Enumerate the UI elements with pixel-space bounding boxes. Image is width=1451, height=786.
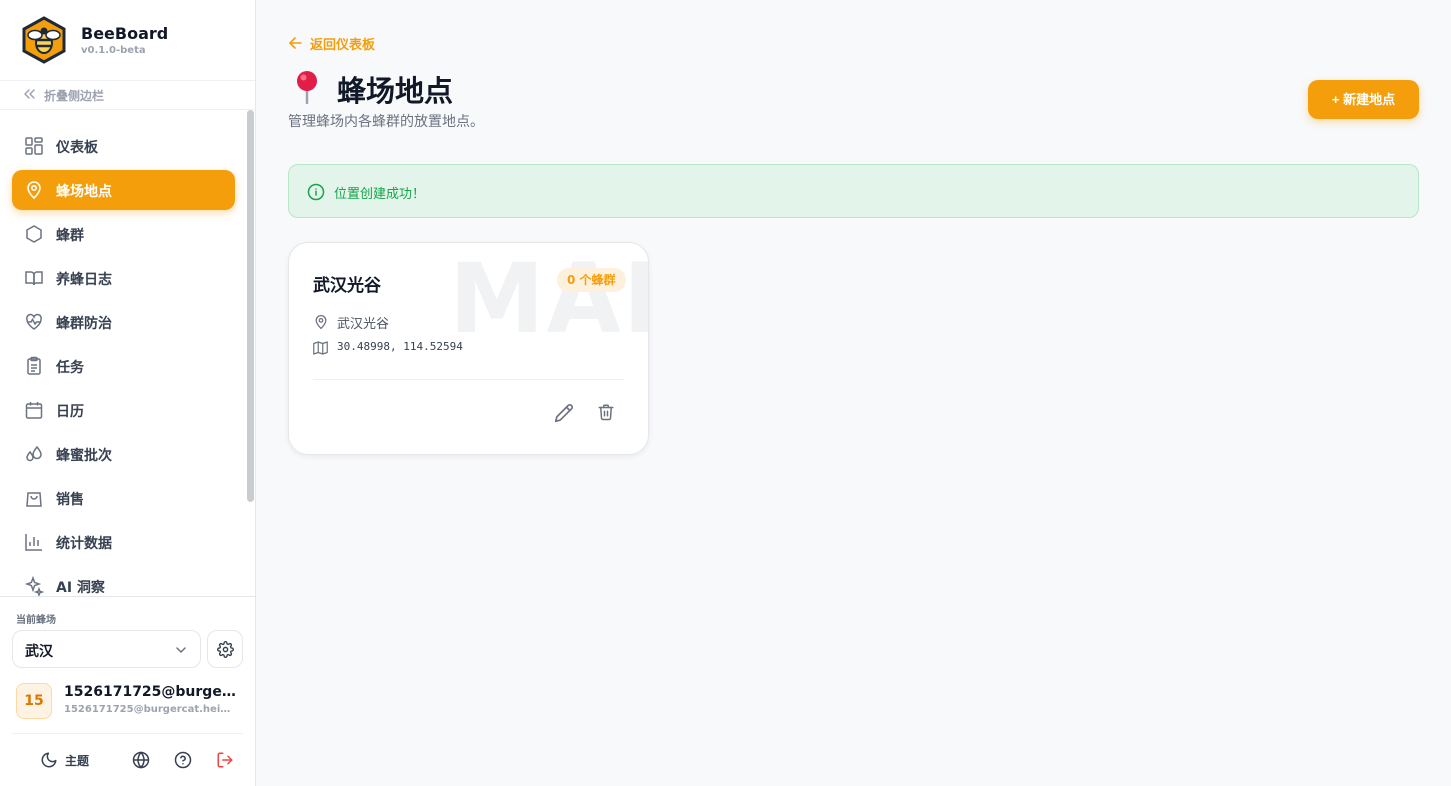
pencil-icon <box>554 404 573 423</box>
sidebar-scrollbar[interactable] <box>247 110 254 502</box>
sidebar-item-sales[interactable]: 销售 <box>12 478 235 518</box>
sidebar-item-locations[interactable]: 蜂场地点 <box>12 170 235 210</box>
avatar: 15 <box>16 683 52 719</box>
sidebar-item-label: 统计数据 <box>56 536 112 552</box>
edit-location-button[interactable] <box>554 403 576 425</box>
trash-icon <box>598 404 614 421</box>
theme-toggle-button[interactable]: 主题 <box>38 748 98 772</box>
bar-chart-icon <box>25 534 42 551</box>
sidebar-item-statistics[interactable]: 统计数据 <box>12 522 235 562</box>
sidebar-item-label: 养蜂日志 <box>56 272 112 288</box>
brand-header: BeeBoard v0.1.0-beta <box>0 0 255 81</box>
help-button[interactable] <box>172 748 196 772</box>
sidebar-item-colonies[interactable]: 蜂群 <box>12 214 235 254</box>
arrow-left-icon <box>289 37 302 49</box>
sidebar-item-dashboard[interactable]: 仪表板 <box>12 126 235 166</box>
sidebar-item-label: 蜂群防治 <box>56 316 112 332</box>
collapse-sidebar-label: 折叠侧边栏 <box>44 89 105 103</box>
location-address: 武汉光谷 <box>337 317 390 332</box>
logout-icon <box>217 752 233 768</box>
alert-message: 位置创建成功！ <box>334 187 426 202</box>
new-location-button[interactable]: + 新建地点 <box>1308 80 1419 119</box>
user-email: 1526171725@burgercat.heiyu.space <box>64 704 236 715</box>
colony-count-badge: 0 个蜂群 <box>557 268 626 292</box>
back-link-label: 返回仪表板 <box>310 38 376 53</box>
user-profile[interactable]: 15 1526171725@burgercat.heiyu.space 1526… <box>0 677 255 733</box>
card-watermark: MAP <box>449 243 648 355</box>
sidebar-item-tasks[interactable]: 任务 <box>12 346 235 386</box>
user-name: 1526171725@burgercat.heiyu.space <box>64 684 242 700</box>
page-title: 蜂场地点 <box>337 74 454 108</box>
sidebar-item-label: 蜂群 <box>56 228 84 244</box>
sidebar-item-label: AI 洞察 <box>56 580 105 596</box>
map-pin-icon <box>27 181 41 200</box>
brand-version: v0.1.0-beta <box>81 45 146 56</box>
sidebar-item-label: 蜂蜜批次 <box>56 448 112 464</box>
current-apiary-label: 当前蜂场 <box>16 615 56 626</box>
sidebar-item-label: 销售 <box>56 492 84 508</box>
gear-icon <box>217 641 234 658</box>
shopping-bag-icon <box>26 492 42 507</box>
help-circle-icon <box>174 751 192 769</box>
pushpin-icon <box>297 71 317 104</box>
sidebar-item-treatments[interactable]: 蜂群防治 <box>12 302 235 342</box>
location-coordinates: 30.48998, 114.52594 <box>337 340 463 353</box>
sidebar: BeeBoard v0.1.0-beta 折叠侧边栏 仪表板 蜂场地点 蜂群 养… <box>0 0 256 786</box>
brand-name: BeeBoard <box>81 24 169 43</box>
sidebar-item-label: 蜂场地点 <box>56 184 112 200</box>
heart-pulse-icon <box>26 313 42 330</box>
bee-logo-icon <box>22 16 66 64</box>
info-circle-icon <box>307 183 325 201</box>
droplets-icon <box>26 445 42 462</box>
globe-icon <box>132 751 150 769</box>
logout-button[interactable] <box>214 748 238 772</box>
map-pin-icon <box>315 315 327 330</box>
sidebar-nav: 仪表板 蜂场地点 蜂群 养蜂日志 蜂群防治 任务 日历 蜂蜜批次 销售 统计数据… <box>0 110 255 596</box>
sidebar-item-honey-batches[interactable]: 蜂蜜批次 <box>12 434 235 474</box>
sidebar-item-calendar[interactable]: 日历 <box>12 390 235 430</box>
hexagon-icon <box>26 225 42 243</box>
chevrons-left-icon <box>24 89 35 99</box>
dashboard-grid-icon <box>25 137 43 155</box>
location-name: 武汉光谷 <box>313 276 381 296</box>
success-alert: 位置创建成功！ <box>288 164 1419 218</box>
location-card[interactable]: MAP 武汉光谷 0 个蜂群 武汉光谷 30.48998, 114.52594 <box>288 242 649 455</box>
delete-location-button[interactable] <box>597 403 619 425</box>
sidebar-item-ai-insights[interactable]: AI 洞察 <box>12 566 235 596</box>
sidebar-item-label: 任务 <box>56 360 84 376</box>
map-icon <box>313 341 328 355</box>
calendar-icon <box>25 402 43 419</box>
main-content: 返回仪表板 蜂场地点 管理蜂场内各蜂群的放置地点。 + 新建地点 位置创建成功！… <box>256 0 1451 786</box>
collapse-sidebar-button[interactable]: 折叠侧边栏 <box>0 81 255 110</box>
sparkles-icon <box>24 576 44 596</box>
theme-label: 主题 <box>65 754 90 768</box>
language-button[interactable] <box>130 748 154 772</box>
sidebar-bottom-panel: 当前蜂场 武汉 15 1526171725@burgercat.heiyu.sp… <box>0 596 255 786</box>
page-subtitle: 管理蜂场内各蜂群的放置地点。 <box>288 114 484 130</box>
apiary-select[interactable]: 武汉 <box>12 630 201 668</box>
apiary-settings-button[interactable] <box>207 630 243 668</box>
chevron-down-icon <box>176 647 186 654</box>
sidebar-item-label: 日历 <box>56 404 84 420</box>
sidebar-item-label: 仪表板 <box>56 140 98 156</box>
clipboard-list-icon <box>27 356 41 375</box>
moon-icon <box>41 752 57 768</box>
apiary-select-value: 武汉 <box>25 644 53 660</box>
sidebar-footer: 主题 <box>12 733 243 786</box>
book-icon <box>25 271 43 286</box>
sidebar-item-journal[interactable]: 养蜂日志 <box>12 258 235 298</box>
card-divider <box>313 379 624 380</box>
